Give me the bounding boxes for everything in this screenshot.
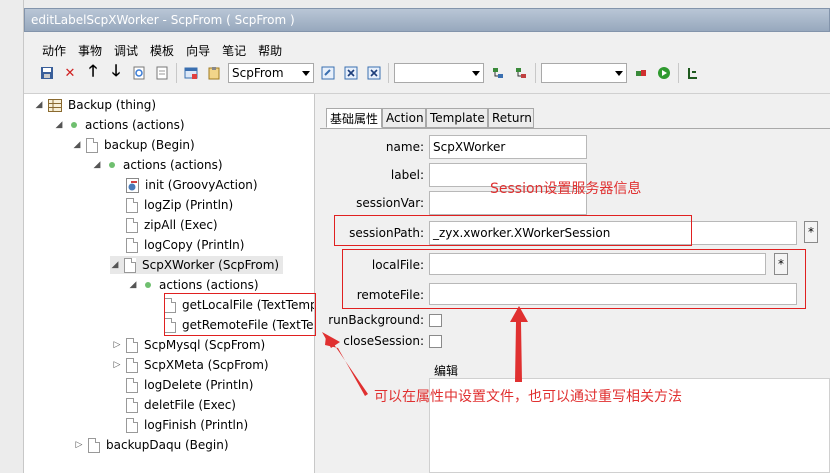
arrow-to-tree bbox=[322, 332, 368, 396]
arrow-to-fields bbox=[510, 306, 528, 382]
annotation-arrows bbox=[322, 306, 528, 396]
